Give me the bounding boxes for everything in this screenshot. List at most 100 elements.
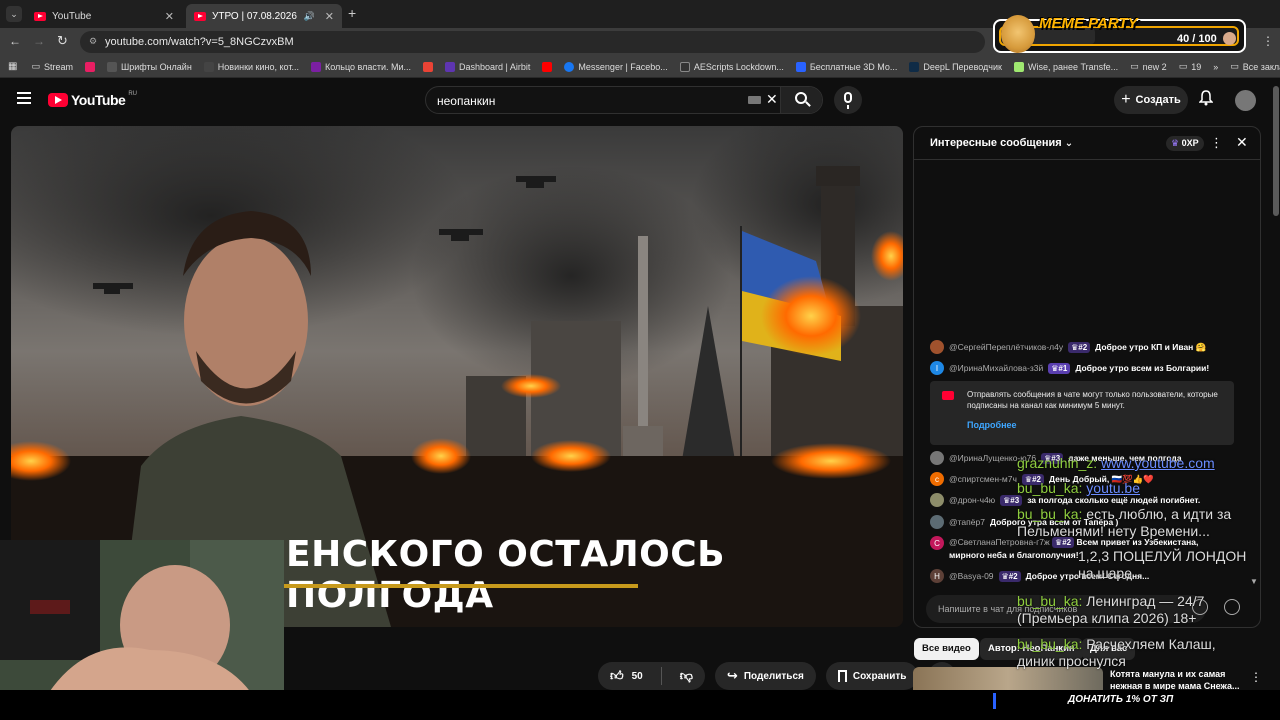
clear-search-icon[interactable]: ✕ [766,91,778,108]
rank-badge: ♛#2 [998,570,1021,582]
recommendation-more-icon[interactable]: ⋮ [1250,670,1262,684]
bookmark-item[interactable] [417,61,439,72]
thumbs-up-icon: 👍︎ [610,668,624,683]
bookmark-folder[interactable]: ▭ 19 [1173,61,1208,72]
microphone-icon [844,92,852,103]
page-scrollbar[interactable] [1273,86,1279,216]
bookmark-item[interactable]: Кольцо власти. Ми... [305,61,417,72]
account-avatar[interactable] [1235,90,1256,111]
youtube-favicon-icon [34,11,46,21]
caption-underline [284,584,638,588]
bookmark-favicon-icon [445,61,456,72]
tab-youtube[interactable]: YouTube ✕ [26,4,182,28]
close-tab-icon[interactable]: ✕ [325,10,334,23]
overlay-chat-line: graznuhin_z: www.youtube.com [1017,455,1215,471]
site-info-icon[interactable]: ⚙ [89,36,97,47]
overlay-chat-line: bu_bu_ka: есть люблю, а идти за Пельменя… [1017,506,1232,539]
donate-banner: ДОНАТИТЬ 1% ОТ ЗП [1068,694,1174,705]
apps-grid-icon[interactable]: ▦ [0,61,25,72]
avatar [930,515,944,529]
all-bookmarks-folder[interactable]: ▭Все закладки [1224,61,1280,72]
avatar: c [930,472,944,486]
streamer-webcam [0,540,284,707]
bookmark-item[interactable]: Dashboard | Airbit [439,61,536,72]
like-button[interactable]: 👍︎ 50 [598,668,655,684]
keyboard-icon[interactable] [748,96,761,104]
notifications-bell-icon[interactable] [1198,90,1214,106]
chat-more-icon[interactable]: ⋮ [1210,135,1223,151]
more-bookmarks-button[interactable]: » [1207,62,1224,72]
chat-message[interactable]: I @ИринаМихайлова-з3й ♛#1 Доброе утро вс… [930,361,1209,375]
bookmark-item[interactable]: DeepL Переводчик [903,61,1008,72]
youtube-logo[interactable]: YouTube RU [48,91,137,108]
bookmark-item[interactable]: ▭ Stream [25,61,79,72]
folder-icon: ▭ [1230,61,1239,71]
tab-list-dropdown-icon[interactable]: ⌄ [6,6,22,22]
bookmark-favicon-icon [679,61,690,72]
new-tab-button[interactable]: + [348,5,356,21]
crown-icon: ♛ [1171,138,1180,148]
bookmark-item[interactable]: AEScripts Lockdown... [674,61,790,72]
bookmark-favicon-icon [84,61,95,72]
reload-icon[interactable]: ↻ [57,33,68,49]
dislike-button[interactable]: 👎︎ [668,668,705,684]
bookmark-item[interactable]: Новинки кино, кот... [198,61,305,72]
hamburger-menu-icon[interactable] [17,92,31,104]
create-button[interactable]: + Создать [1114,86,1188,114]
bookmark-item[interactable] [79,61,101,72]
youtube-favicon-icon [542,61,553,72]
speaker-icon[interactable]: 🔊 [304,11,315,22]
chat-message[interactable]: @СергейПереплётчиков-л4у ♛#2 Доброе утро… [930,340,1206,354]
thumbs-down-icon: 👎︎ [679,668,693,683]
notice-learn-more-link[interactable]: Подробнее [967,420,1017,430]
xp-label: 0XP [1181,138,1199,148]
bookmark-item[interactable]: Wise, ранее Transfe... [1008,61,1124,72]
chat-header: Интересные сообщения ⌄ ♛ 0XP ⋮ ✕ [914,127,1260,160]
rank-badge: ♛#3 [1000,494,1023,506]
chat-mode-dropdown[interactable]: Интересные сообщения ⌄ [930,137,1073,149]
youtube-logo-text: YouTube [71,92,126,108]
overlay-chat-line: 1,2,3 ПОЦЕЛУЙ ЛОНДОН на шаре [1078,548,1247,581]
region-label: RU [128,91,137,97]
youtube-notice-icon [942,391,954,400]
xp-badge[interactable]: ♛ 0XP [1166,136,1204,151]
more-menu-icon[interactable]: ⋮ [1262,34,1274,48]
search-input[interactable]: неопанкин ✕ [425,86,823,114]
recommendation-title[interactable]: Котята манула и их самая нежная в мире м… [1110,668,1246,692]
avatar [930,451,944,465]
url-field[interactable]: ⚙ youtube.com/watch?v=5_8NGCzvxBM [80,31,985,53]
overlay-chat-line: bu_bu_ka: Расчехляем Калаш, диник просну… [1017,636,1216,669]
like-dislike-group: 👍︎ 50 👎︎ [598,662,705,690]
save-label: Сохранить [852,670,907,682]
bookmark-favicon-icon [795,61,806,72]
bookmark-item[interactable]: Messenger | Facebo... [558,61,673,72]
folder-icon: ▭ [31,61,40,71]
save-button[interactable]: Сохранить [825,662,919,690]
facebook-icon [564,61,575,72]
search-button[interactable] [780,87,822,113]
chevron-down-icon: ⌄ [1064,138,1074,149]
bookmark-folder[interactable]: ▭ new 2 [1124,61,1173,72]
meme-party-widget: MEME PARTY 40 / 100 [993,15,1246,53]
close-tab-icon[interactable]: ✕ [165,10,174,23]
webcam-image [0,540,284,707]
share-arrow-icon: ↪ [726,668,738,683]
bookmark-item[interactable]: Бесплатные 3D Мо... [790,61,904,72]
filter-chip-all[interactable]: Все видео [914,638,979,660]
share-button[interactable]: ↪ Поделиться [714,662,816,690]
youtube-play-icon [48,93,68,107]
back-icon[interactable]: ← [9,34,21,48]
bookmark-item[interactable] [536,61,558,72]
tab-utro-stream[interactable]: УТРО | 07.08.2026 - YouTub 🔊 ✕ [186,4,342,28]
coin-icon [1223,32,1236,45]
bookmark-item[interactable]: Шрифты Онлайн [101,61,198,72]
youtube-favicon-icon [194,11,206,21]
like-count: 50 [631,670,643,682]
close-chat-icon[interactable]: ✕ [1236,134,1248,151]
forward-icon[interactable]: → [33,34,45,48]
tab-label: УТРО | 07.08.2026 - YouTub [212,10,298,22]
recommendation-thumbnail[interactable] [913,667,1103,690]
voice-search-button[interactable] [834,86,862,114]
tab-label: YouTube [52,10,92,22]
folder-icon: ▭ [1130,61,1139,71]
